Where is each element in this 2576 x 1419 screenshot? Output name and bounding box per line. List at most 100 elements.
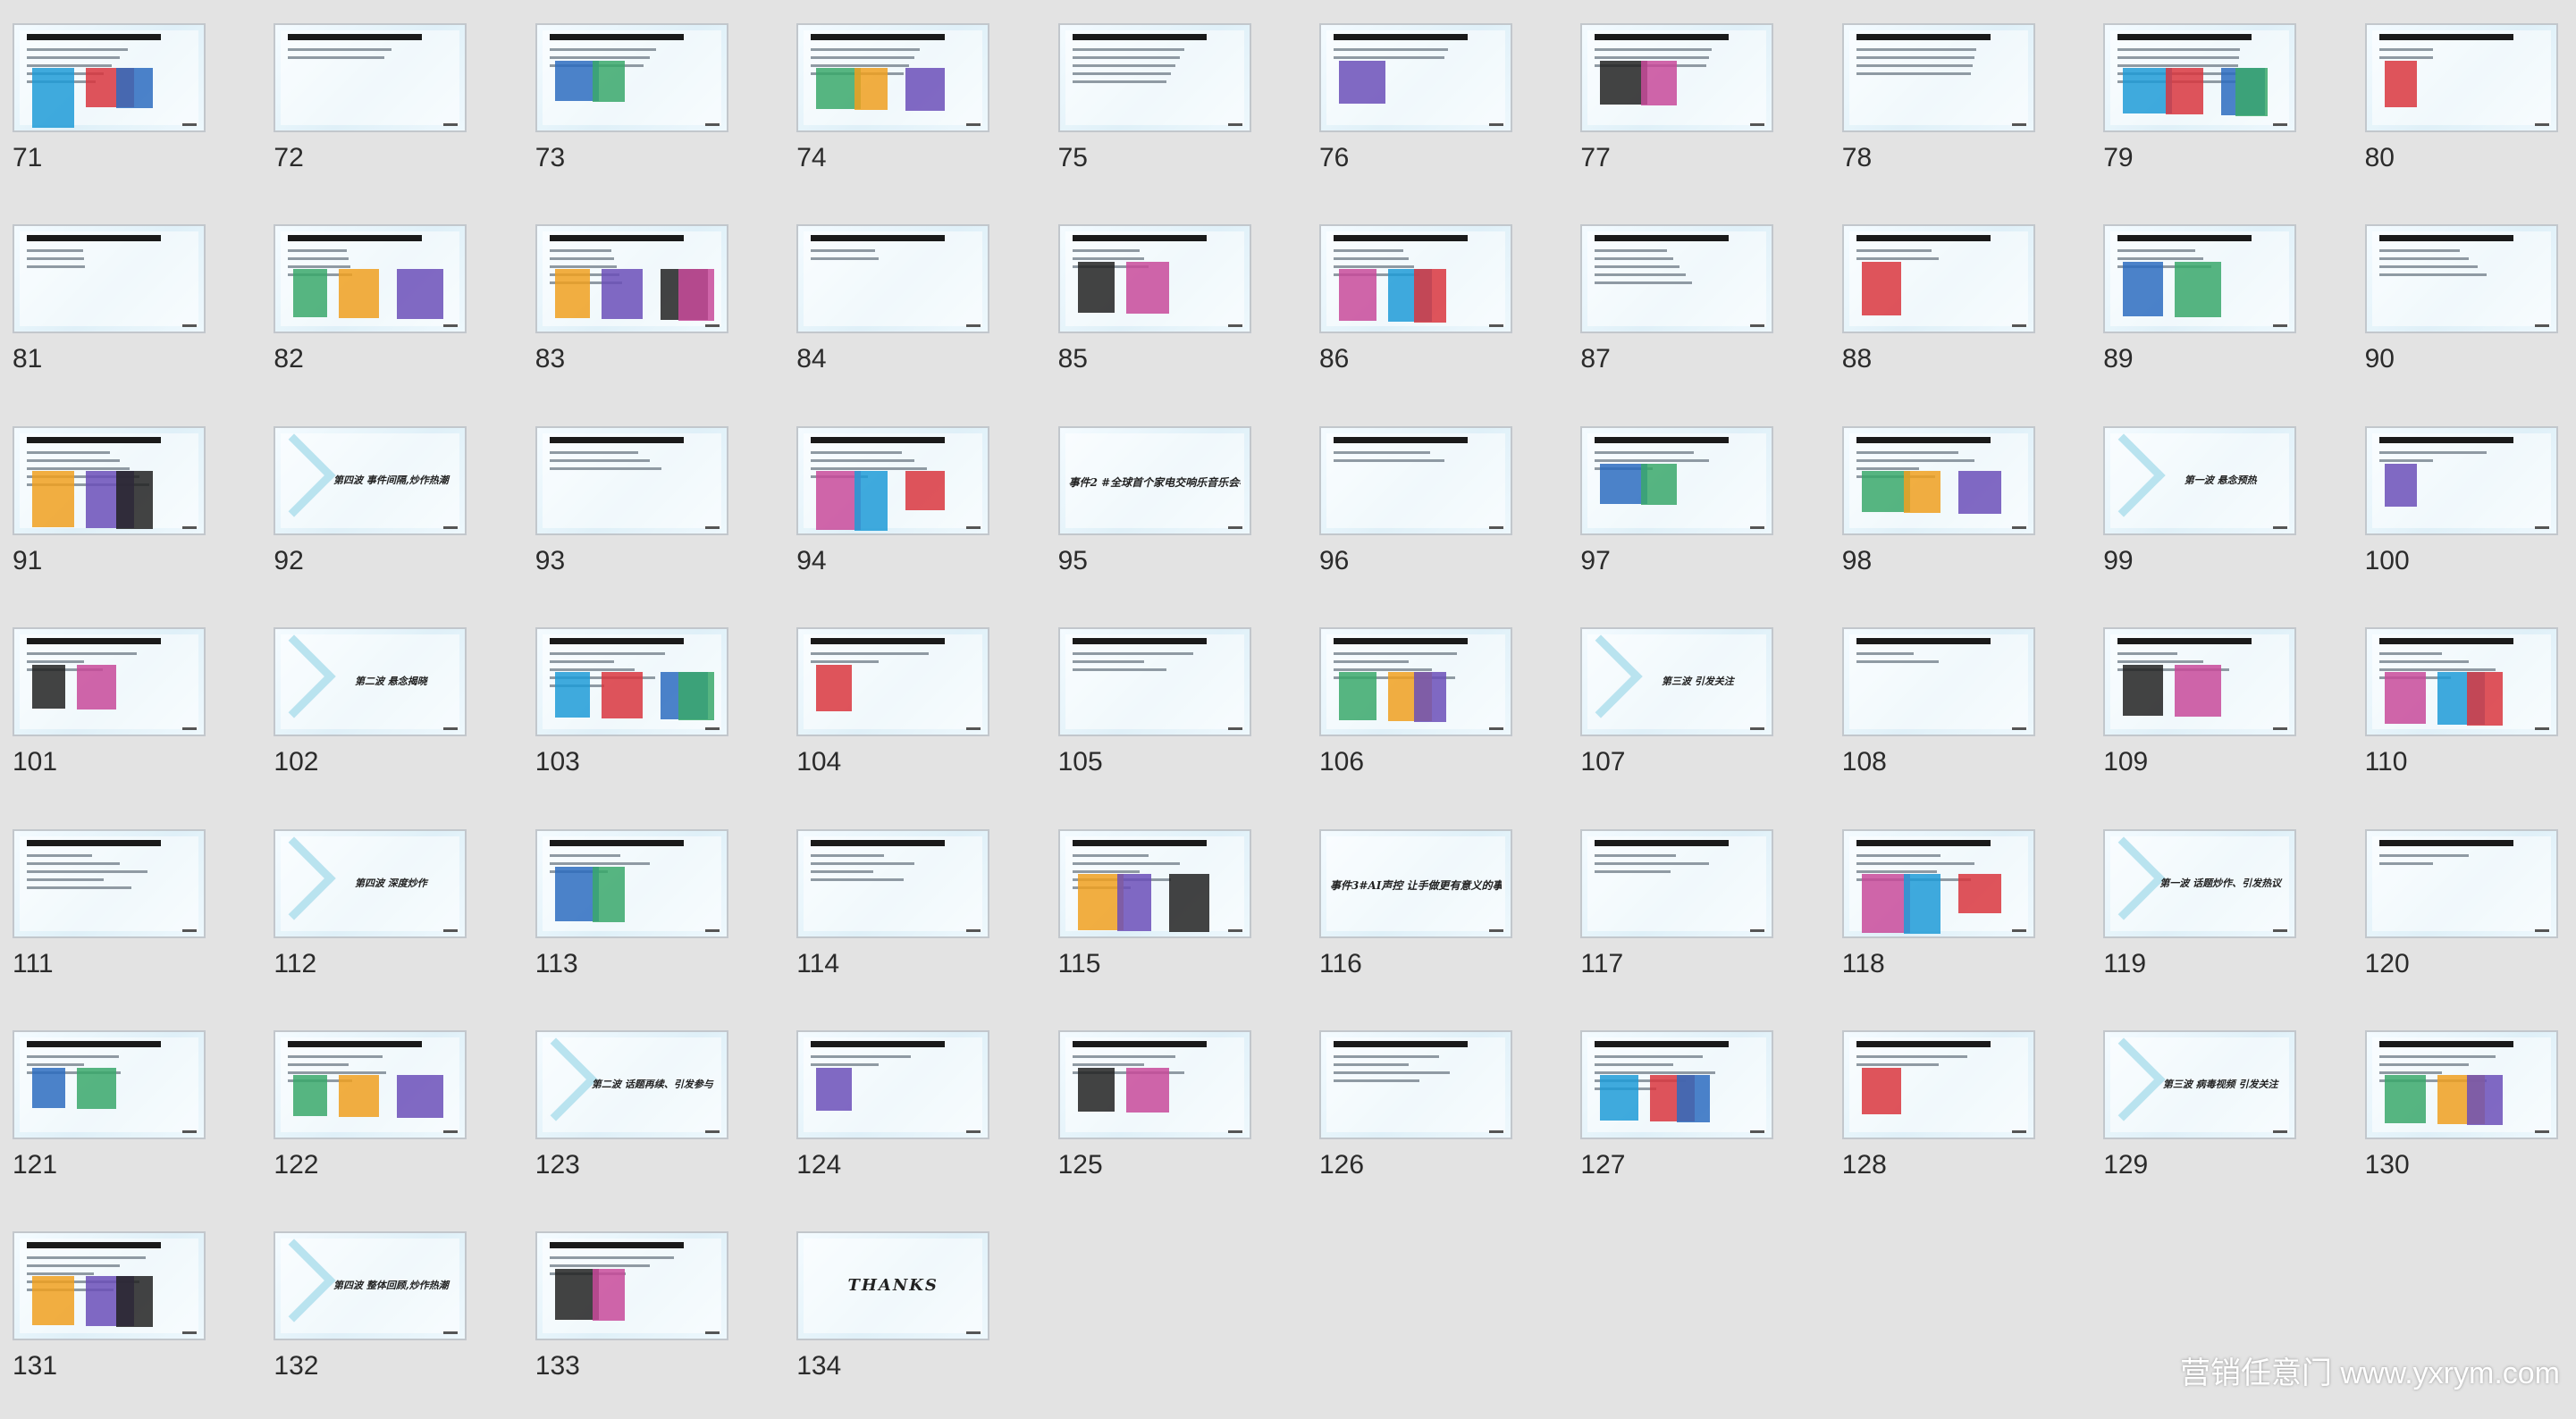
slide-image	[1903, 470, 1940, 513]
slide-thumbnail[interactable]	[1057, 23, 1251, 132]
slide-cell: 124	[796, 1030, 1029, 1218]
slide-thumbnail[interactable]	[1841, 224, 2035, 334]
slide-thumbnail[interactable]: 第二波 悬念揭晓	[274, 627, 467, 737]
slide-number: 117	[1580, 948, 1624, 978]
slide-text-line	[27, 1272, 94, 1276]
slide-thumbnail[interactable]	[1057, 224, 1251, 334]
slide-thumbnail[interactable]	[1319, 627, 1512, 737]
slide-image	[77, 665, 116, 710]
slide-thumbnail[interactable]	[13, 1030, 206, 1139]
slide-header-bar	[27, 638, 161, 645]
slide-thumbnail[interactable]	[13, 425, 206, 535]
slide-thumbnail[interactable]	[2103, 224, 2297, 334]
slide-logo	[1750, 123, 1765, 126]
slide-thumbnail[interactable]: 第三波 病毒视频 引发关注	[2103, 1030, 2297, 1139]
slide-image	[1641, 463, 1678, 505]
slide-thumbnail[interactable]	[274, 23, 467, 132]
slide-text-line	[549, 265, 617, 269]
slide-text-line	[1856, 56, 1974, 59]
slide-frame	[804, 835, 983, 931]
slide-frame	[1848, 30, 2028, 125]
slide-logo	[704, 727, 720, 731]
slide-thumbnail[interactable]: 第三波 引发关注	[1580, 627, 1774, 737]
slide-thumbnail[interactable]	[274, 1030, 467, 1139]
slide-thumbnail[interactable]	[1057, 1030, 1251, 1139]
slide-thumbnail[interactable]	[2364, 627, 2558, 737]
slide-logo	[2534, 525, 2549, 529]
slide-thumbnail[interactable]: 事件3#AI声控 让手做更有意义的事情#	[1319, 828, 1512, 938]
slide-thumbnail[interactable]	[1841, 828, 2035, 938]
slide-number: 101	[13, 747, 58, 777]
slide-thumbnail[interactable]	[1319, 23, 1512, 132]
slide-text-line	[2378, 48, 2433, 51]
slide-number: 131	[13, 1351, 58, 1381]
slide-text-line	[811, 877, 905, 881]
slide-thumbnail[interactable]	[13, 627, 206, 737]
slide-thumbnail[interactable]	[1057, 828, 1251, 938]
slide-logo	[182, 1130, 197, 1133]
slide-thumbnail[interactable]: 第一波 悬念预热	[2103, 425, 2297, 535]
slide-thumbnail[interactable]	[2364, 1030, 2558, 1139]
slide-thumbnail[interactable]	[535, 627, 728, 737]
slide-thumbnail[interactable]: 第一波 话题炒作、引发热议	[2103, 828, 2297, 938]
slide-thumbnail[interactable]	[274, 224, 467, 334]
slide-thumbnail[interactable]	[535, 23, 728, 132]
slide-thumbnail[interactable]: THANKS	[796, 1231, 990, 1341]
slide-thumbnail[interactable]	[1580, 224, 1774, 334]
slide-thumbnail[interactable]	[1319, 425, 1512, 535]
slide-header-bar	[2378, 34, 2513, 40]
slide-thumbnail[interactable]	[13, 23, 206, 132]
slide-thumbnail[interactable]	[13, 1231, 206, 1341]
slide-thumbnail[interactable]	[2364, 425, 2558, 535]
slide-thumbnail[interactable]	[796, 828, 990, 938]
slide-thumbnail[interactable]	[2364, 828, 2558, 938]
slide-text-line	[1595, 257, 1674, 261]
slide-text-line	[1595, 265, 1680, 269]
slide-thumbnail[interactable]	[1841, 425, 2035, 535]
slide-thumbnail[interactable]: 第四波 整体回顾,炒作热潮	[274, 1231, 467, 1341]
slide-thumbnail[interactable]	[1580, 425, 1774, 535]
slide-thumbnail[interactable]	[1319, 224, 1512, 334]
slide-text-line	[811, 1063, 880, 1066]
slide-thumbnail[interactable]	[796, 23, 990, 132]
slide-number: 93	[535, 545, 566, 575]
slide-thumbnail[interactable]	[2364, 224, 2558, 334]
slide-thumbnail[interactable]	[2103, 627, 2297, 737]
slide-thumbnail[interactable]	[1580, 23, 1774, 132]
slide-logo	[2011, 123, 2026, 126]
slide-thumbnail[interactable]: 第二波 话题再续、引发参与	[535, 1030, 728, 1139]
slide-thumbnail[interactable]	[796, 224, 990, 334]
slide-thumbnail[interactable]	[1841, 23, 2035, 132]
slide-number: 73	[535, 143, 566, 172]
slide-thumbnail[interactable]	[1580, 828, 1774, 938]
slide-header-bar	[1595, 235, 1730, 242]
slide-number: 118	[1841, 948, 1885, 978]
slide-thumbnail[interactable]	[2103, 23, 2297, 132]
slide-thumbnail[interactable]	[1841, 627, 2035, 737]
slide-text-line	[1072, 861, 1180, 865]
slide-thumbnail[interactable]: 第四波 事件间隔,炒作热潮	[274, 425, 467, 535]
slide-thumbnail[interactable]	[1580, 1030, 1774, 1139]
slide-thumbnail[interactable]	[1057, 627, 1251, 737]
slide-text-line	[288, 249, 348, 253]
slide-thumbnail[interactable]	[535, 224, 728, 334]
slide-thumbnail[interactable]	[13, 828, 206, 938]
slide-thumbnail[interactable]	[796, 627, 990, 737]
slide-thumbnail[interactable]: 第四波 深度炒作	[274, 828, 467, 938]
slide-cell: 120	[2364, 828, 2576, 1017]
slide-thumbnail[interactable]	[13, 224, 206, 334]
slide-image	[116, 68, 153, 108]
slide-thumbnail[interactable]	[2364, 23, 2558, 132]
slide-thumbnail[interactable]	[1319, 1030, 1512, 1139]
slide-thumbnail[interactable]: 事件2 #全球首个家电交响乐音乐会#	[1057, 425, 1251, 535]
slide-thumbnail[interactable]	[535, 425, 728, 535]
slide-thumbnail[interactable]	[535, 1231, 728, 1341]
slide-text-line	[2378, 265, 2478, 269]
slide-title: 第四波 整体回顾,炒作热潮	[333, 1280, 449, 1292]
slide-thumbnail[interactable]	[535, 828, 728, 938]
slide-thumbnail[interactable]	[796, 425, 990, 535]
slide-number: 115	[1057, 948, 1101, 978]
slide-thumbnail[interactable]	[796, 1030, 990, 1139]
slide-thumbnail[interactable]	[1841, 1030, 2035, 1139]
slide-logo	[443, 123, 459, 126]
